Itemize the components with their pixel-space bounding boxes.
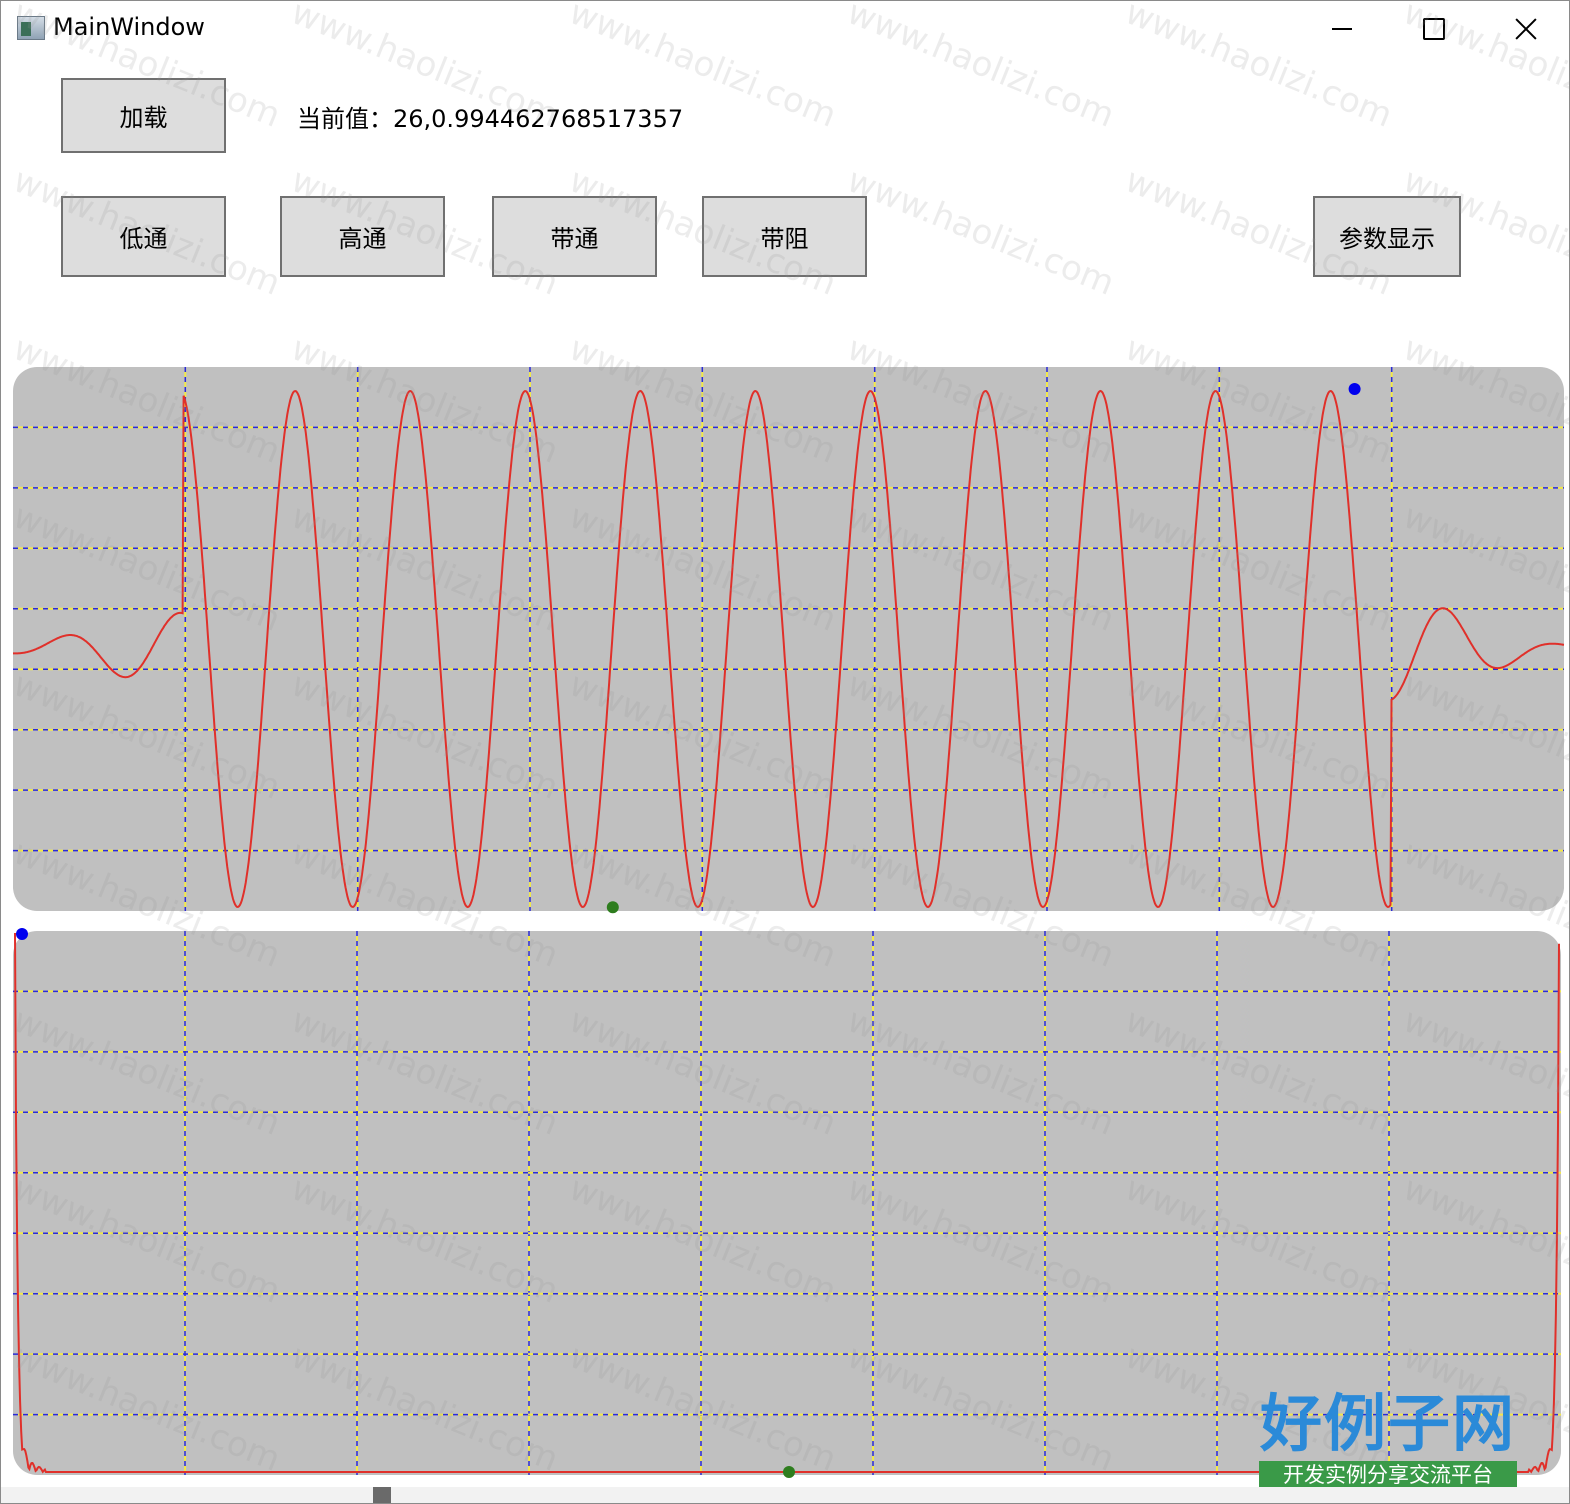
- bottom-strip: [1, 1487, 1569, 1503]
- logo-sub-text: 开发实例分享交流平台: [1259, 1461, 1517, 1489]
- time-domain-plot[interactable]: [13, 367, 1565, 914]
- app-window-icon: [17, 16, 45, 40]
- current-value-label: 当前值：26,0.994462768517357: [297, 105, 684, 133]
- bandpass-button[interactable]: 带通: [492, 196, 657, 277]
- scroll-thumb[interactable]: [373, 1487, 391, 1503]
- close-icon: [1515, 18, 1537, 40]
- title-bar[interactable]: MainWindow: [1, 1, 1569, 57]
- params-display-button[interactable]: 参数显示: [1313, 196, 1461, 277]
- signal-curve: [13, 389, 1565, 909]
- minimize-button[interactable]: [1297, 1, 1387, 57]
- load-button[interactable]: 加载: [61, 78, 226, 153]
- watermark-text: www.haolizi.com: [842, 160, 1120, 303]
- min-point-marker: [606, 901, 619, 914]
- window-title: MainWindow: [53, 13, 205, 41]
- site-logo: 好例子网 开发实例分享交流平台: [1259, 1389, 1517, 1493]
- logo-main-text: 好例子网: [1259, 1387, 1516, 1460]
- main-window: MainWindow 加载 当前值：26,0.994462768517357 低…: [0, 0, 1570, 1504]
- max-point-marker: [16, 928, 28, 940]
- close-button[interactable]: [1481, 1, 1569, 57]
- highpass-button[interactable]: 高通: [280, 196, 445, 277]
- lowpass-button[interactable]: 低通: [61, 196, 226, 277]
- max-point-marker: [1348, 383, 1361, 395]
- time-domain-chart: [13, 367, 1565, 914]
- bandstop-button[interactable]: 带阻: [702, 196, 867, 277]
- min-point-marker: [783, 1466, 795, 1478]
- maximize-icon: [1423, 18, 1445, 40]
- maximize-button[interactable]: [1389, 1, 1479, 57]
- minimize-icon: [1332, 28, 1352, 30]
- grid-lines: [13, 367, 1564, 911]
